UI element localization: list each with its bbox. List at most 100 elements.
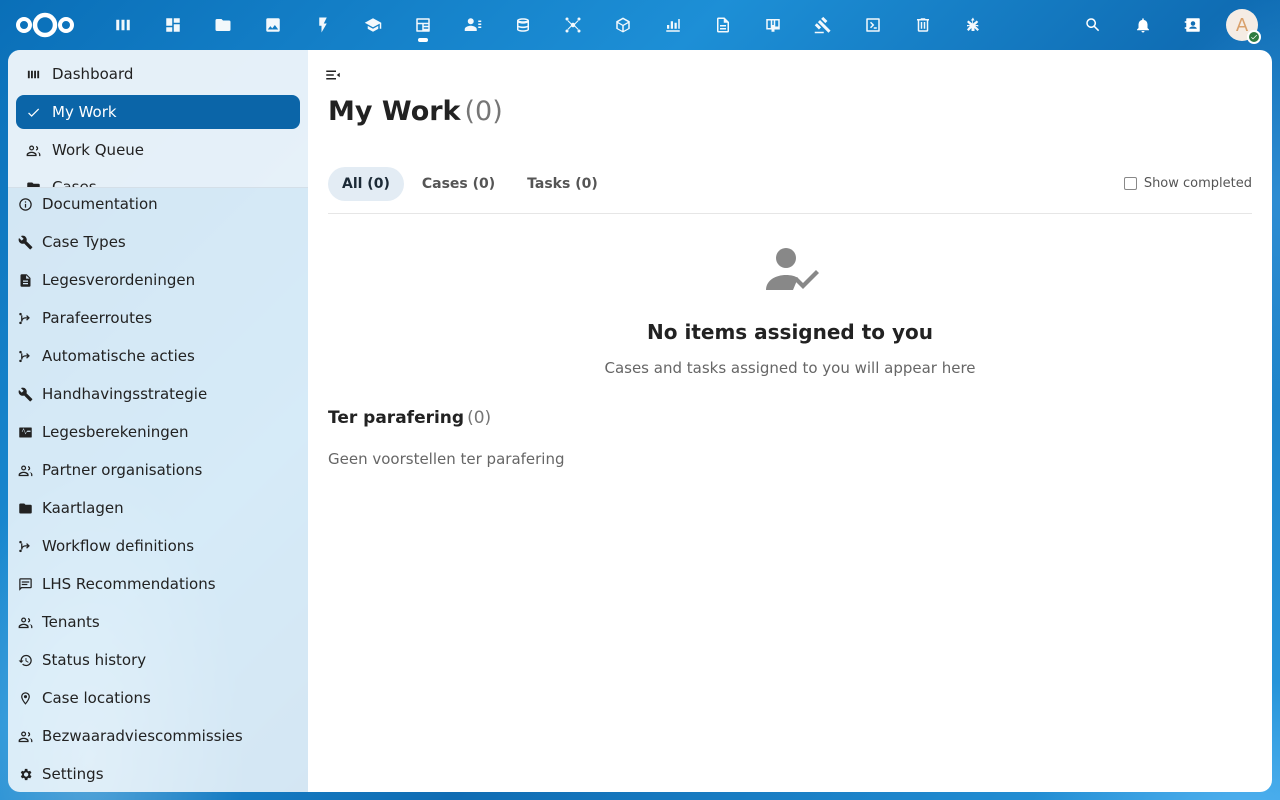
filter-tabs: All (0) Cases (0) Tasks (0): [328, 167, 616, 201]
sidebar-item-partner-organisations[interactable]: Partner organisations: [8, 452, 308, 488]
show-completed-checkbox[interactable]: [1123, 177, 1137, 190]
nextcloud-logo[interactable]: [14, 10, 76, 40]
flow-icon: [16, 309, 34, 327]
gavel-app-icon[interactable]: [798, 0, 848, 50]
sidebar-item-case-types[interactable]: Case Types: [8, 224, 308, 260]
board-app-icon[interactable]: [748, 0, 798, 50]
sidebar-item-label: Workflow definitions: [42, 537, 195, 555]
package-app-icon[interactable]: [598, 0, 648, 50]
app-menu: [98, 0, 998, 50]
tab-cases[interactable]: Cases (0): [408, 167, 509, 201]
sidebar-item-label: Status history: [42, 651, 147, 669]
code-app-icon[interactable]: [848, 0, 898, 50]
info-icon: [16, 195, 34, 213]
section-title: Ter parafering (0): [328, 408, 491, 428]
sidebar-item-label: Case Types: [42, 233, 126, 251]
pulse-icon: [16, 423, 34, 441]
sidebar-item-label: Tenants: [42, 613, 100, 631]
page-title: My Work (0): [328, 96, 503, 127]
sidebar-item-parafeerroutes[interactable]: Parafeerroutes: [8, 300, 308, 336]
grid-app-icon[interactable]: [148, 0, 198, 50]
notifications-icon[interactable]: [1118, 0, 1168, 50]
sidebar-item-label: Documentation: [42, 195, 158, 213]
tab-all[interactable]: All (0): [328, 167, 404, 201]
tool-app-icon[interactable]: [948, 0, 998, 50]
page-title-text: My Work: [328, 96, 461, 127]
sidebar-item-label: My Work: [52, 103, 117, 121]
online-status-icon: [1247, 30, 1261, 44]
activity-app-icon[interactable]: [298, 0, 348, 50]
people-icon: [16, 613, 34, 631]
top-bar: A: [0, 0, 1280, 50]
sidebar-item-lhs-recommendations[interactable]: LHS Recommendations: [8, 566, 308, 602]
account-check-icon: [764, 246, 820, 296]
section-title-count: (0): [467, 408, 492, 428]
sidebar-item-bezwaaradviescommissies[interactable]: Bezwaaradviescommissies: [8, 718, 308, 754]
chart-app-icon[interactable]: [648, 0, 698, 50]
people-icon: [16, 461, 34, 479]
sidebar-item-label: Dashboard: [52, 65, 134, 83]
sidebar-primary-section: Dashboard My Work Work Queue Cases: [8, 50, 308, 188]
sidebar-item-label: Automatische acties: [42, 347, 195, 365]
section-title-text: Ter parafering: [328, 408, 465, 428]
sidebar-item-label: Legesberekeningen: [42, 423, 189, 441]
main-content: My Work (0) All (0) Cases (0) Tasks (0) Sho…: [308, 50, 1272, 792]
sidebar-item-status-history[interactable]: Status history: [8, 642, 308, 678]
sidebar-item-label: LHS Recommendations: [42, 575, 216, 593]
document-app-icon[interactable]: [698, 0, 748, 50]
education-app-icon[interactable]: [348, 0, 398, 50]
contacts-menu-icon[interactable]: [1168, 0, 1218, 50]
sidebar-item-kaartlagen[interactable]: Kaartlagen: [8, 490, 308, 526]
sidebar-item-settings[interactable]: Settings: [8, 756, 308, 792]
people-icon: [16, 727, 34, 745]
header-right: A: [1068, 0, 1280, 50]
sidebar-item-automatische-acties[interactable]: Automatische acties: [8, 338, 308, 374]
avatar[interactable]: A: [1226, 9, 1261, 44]
procest-app-icon[interactable]: [398, 0, 448, 50]
sidebar-item-legesberekeningen[interactable]: Legesberekeningen: [8, 414, 308, 450]
show-completed-toggle[interactable]: Show completed: [1123, 176, 1252, 191]
sidebar-item-label: Case locations: [42, 689, 151, 707]
show-completed-label: Show completed: [1143, 176, 1252, 191]
sidebar-item-label: Kaartlagen: [42, 499, 124, 517]
pin-icon: [16, 689, 34, 707]
gear-icon: [16, 765, 34, 783]
dashboard-icon: [24, 65, 42, 83]
sidebar-item-my-work[interactable]: My Work: [16, 95, 300, 129]
history-icon: [16, 651, 34, 669]
sidebar-item-handhavingsstrategie[interactable]: Handhavingsstrategie: [8, 376, 308, 412]
contacts-app-icon[interactable]: [448, 0, 498, 50]
sidebar-item-label: Settings: [42, 765, 104, 783]
empty-state-title: No items assigned to you: [647, 320, 933, 344]
search-icon[interactable]: [1068, 0, 1118, 50]
section-empty-text: Geen voorstellen ter parafering: [328, 450, 565, 468]
sidebar-item-documentation[interactable]: Documentation: [8, 186, 308, 222]
files-app-icon[interactable]: [198, 0, 248, 50]
sidebar-item-case-locations[interactable]: Case locations: [8, 680, 308, 716]
empty-state-subtitle: Cases and tasks assigned to you will app…: [604, 359, 976, 377]
photos-app-icon[interactable]: [248, 0, 298, 50]
sidebar-item-label: Legesverordeningen: [42, 271, 196, 289]
sidebar-item-label: Bezwaaradviescommissies: [42, 727, 243, 745]
network-app-icon[interactable]: [548, 0, 598, 50]
wrench-icon: [16, 233, 34, 251]
database-app-icon[interactable]: [498, 0, 548, 50]
sidebar-item-label: Handhavingsstrategie: [42, 385, 208, 403]
comment-icon: [16, 575, 34, 593]
trash-app-icon[interactable]: [898, 0, 948, 50]
flow-icon: [16, 347, 34, 365]
sidebar-item-workflow-definitions[interactable]: Workflow definitions: [8, 528, 308, 564]
sidebar-item-work-queue[interactable]: Work Queue: [16, 133, 300, 167]
sidebar-item-label: Parafeerroutes: [42, 309, 153, 327]
sidebar-item-legesverordeningen[interactable]: Legesverordeningen: [8, 262, 308, 298]
dashboard-app-icon[interactable]: [98, 0, 148, 50]
toggle-navigation-icon[interactable]: [324, 66, 342, 84]
check-icon: [24, 103, 42, 121]
avatar-initial: A: [1235, 14, 1249, 36]
flow-icon: [16, 537, 34, 555]
sidebar-item-dashboard[interactable]: Dashboard: [16, 57, 300, 91]
tab-tasks[interactable]: Tasks (0): [513, 167, 612, 201]
sidebar-item-tenants[interactable]: Tenants: [8, 604, 308, 640]
people-icon: [24, 141, 42, 159]
wrench-icon: [16, 385, 34, 403]
